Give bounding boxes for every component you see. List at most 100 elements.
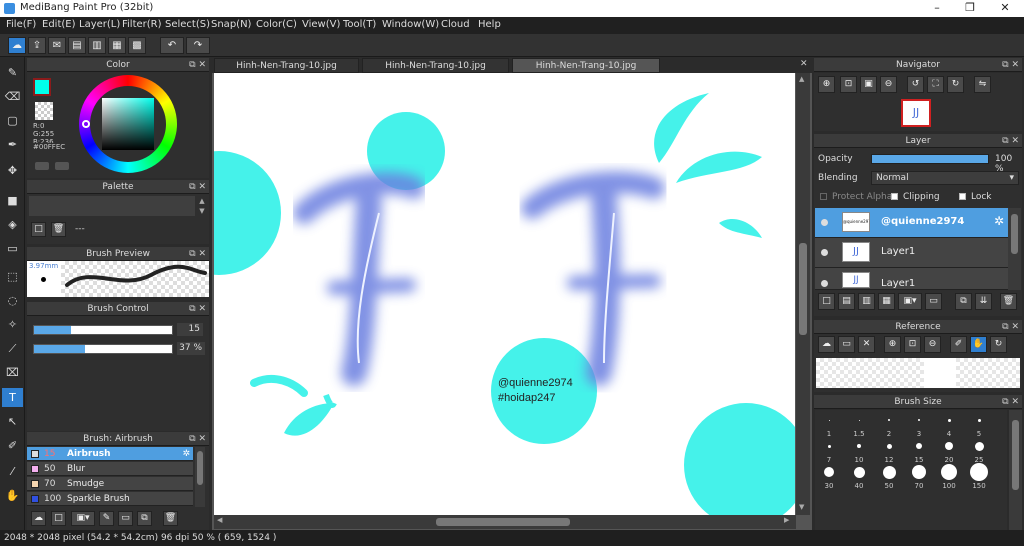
merge-layer-icon[interactable]: ⇊ [975, 293, 992, 310]
bucket-tool-icon[interactable]: ◈ [2, 215, 23, 234]
hand-icon[interactable]: ✋ [970, 336, 987, 353]
undo-icon[interactable]: ↶ [160, 37, 184, 54]
brush-size-dot[interactable] [888, 419, 890, 421]
brush-size-dot[interactable] [824, 467, 834, 477]
pen-tool-icon[interactable]: ✒ [2, 135, 23, 154]
text-tool-icon[interactable]: T [2, 388, 23, 407]
menu-view[interactable]: View(V) [302, 19, 340, 30]
brush-size-dot[interactable] [977, 418, 981, 422]
copy-brush-icon[interactable]: ⧉ [137, 511, 152, 526]
scroll-left-icon[interactable]: ◀ [217, 516, 222, 524]
cloud-icon[interactable]: ☁ [8, 37, 26, 54]
eye-icon[interactable] [821, 249, 828, 256]
document-icon[interactable]: ▥ [88, 37, 106, 54]
layer-scrollbar[interactable] [1008, 208, 1021, 290]
hue-marker[interactable] [82, 120, 90, 128]
brush-size-value[interactable]: 15 [177, 323, 203, 336]
palette-scroll-icon[interactable]: ▲ ▼ [197, 196, 207, 216]
tab-document-3[interactable]: Hinh-Nen-Trang-10.jpg [512, 58, 660, 73]
fit-window-icon[interactable]: ⛶ [927, 76, 944, 93]
edit-brush-icon[interactable]: ✎ [99, 511, 114, 526]
comment-icon[interactable]: ▤ [68, 37, 86, 54]
palette-list[interactable] [29, 196, 195, 216]
menu-tool[interactable]: Tool(T) [343, 19, 376, 30]
panel-close-icon[interactable]: ⧉ ✕ [1002, 58, 1019, 72]
zoom-fit-icon[interactable]: ⊡ [840, 76, 857, 93]
canvas-vscrollbar[interactable]: ▲ ▼ [796, 73, 810, 515]
new-raster-layer-icon[interactable]: ▤ [838, 293, 855, 310]
brush-size-dot[interactable] [941, 464, 957, 480]
brush-size-slider[interactable] [33, 325, 173, 335]
brush-size-dot[interactable] [916, 443, 922, 449]
brush-size-dot[interactable] [827, 444, 831, 448]
select-eraser-icon[interactable]: ⌧ [2, 363, 23, 382]
add-brush-icon[interactable]: ▣▾ [71, 511, 95, 526]
cloud-open-icon[interactable]: ☁ [818, 336, 835, 353]
eraser-tool-icon[interactable]: ⌫ [2, 87, 23, 106]
brush-size-dot[interactable] [947, 418, 951, 422]
panel-close-icon[interactable]: ⧉ ✕ [189, 302, 206, 316]
lasso-icon[interactable]: ◌ [2, 291, 23, 310]
foreground-color-swatch[interactable] [33, 78, 51, 96]
rotate-icon[interactable]: ↻ [990, 336, 1007, 353]
brush-item-sparkle[interactable]: 100 Sparkle Brush [27, 492, 193, 506]
close-button[interactable]: ✕ [990, 1, 1020, 14]
brush-opacity-value[interactable]: 37 % [177, 342, 205, 355]
menu-snap[interactable]: Snap(N) [211, 19, 251, 30]
select-pen-icon[interactable]: ⟋ [2, 339, 23, 358]
minimize-button[interactable]: – [922, 1, 952, 14]
gradient-tool-icon[interactable]: ▭ [2, 239, 23, 258]
eye-icon[interactable] [821, 219, 828, 226]
menu-file[interactable]: File(F) [6, 19, 36, 30]
panel-close-icon[interactable]: ⧉ ✕ [189, 432, 206, 446]
drawing-canvas[interactable]: @quienne2974 #hoidap247 [214, 73, 795, 515]
menu-color[interactable]: Color(C) [256, 19, 297, 30]
scroll-right-icon[interactable]: ▶ [784, 516, 789, 524]
eye-icon[interactable] [821, 280, 828, 287]
protect-alpha-checkbox[interactable] [820, 193, 827, 200]
zoom-out-icon[interactable]: ⊖ [924, 336, 941, 353]
tab-document-2[interactable]: Hinh-Nen-Trang-10.jpg [362, 58, 509, 73]
new-halftone-layer-icon[interactable]: ▥ [858, 293, 875, 310]
gear-icon[interactable]: ✲ [994, 214, 1004, 228]
trash-icon[interactable]: 🗑 [1000, 293, 1017, 310]
menu-select[interactable]: Select(S) [165, 19, 210, 30]
magic-wand-icon[interactable]: ✧ [2, 315, 23, 334]
rotate-right-icon[interactable]: ↻ [947, 76, 964, 93]
brush-size-scrollbar[interactable] [1009, 410, 1022, 530]
color-picker-icon[interactable]: ⁄ [2, 462, 23, 481]
brush-size-dot[interactable] [918, 419, 920, 421]
add-palette-icon[interactable]: □ [31, 222, 46, 237]
menu-filter[interactable]: Filter(R) [122, 19, 162, 30]
new-layer-icon[interactable]: □ [818, 293, 835, 310]
flip-icon[interactable]: ⇋ [974, 76, 991, 93]
grid-icon[interactable]: ▦ [108, 37, 126, 54]
trash-icon[interactable]: 🗑 [163, 511, 178, 526]
brush-size-dot[interactable] [974, 441, 984, 451]
operation-tool-icon[interactable]: ↖ [2, 412, 23, 431]
layer-row-layer1b[interactable]: JJ Layer1 [815, 268, 1008, 290]
reference-canvas[interactable] [816, 358, 1020, 388]
lock-checkbox[interactable] [959, 193, 966, 200]
close-reference-icon[interactable]: ✕ [858, 336, 875, 353]
scroll-up-icon[interactable]: ▲ [799, 75, 804, 83]
brush-size-dot[interactable] [858, 419, 860, 421]
open-folder-icon[interactable]: ▭ [838, 336, 855, 353]
layer-folder-icon[interactable]: ▭ [925, 293, 942, 310]
brush-opacity-slider[interactable] [33, 344, 173, 354]
color-wheel[interactable] [79, 75, 177, 173]
brush-size-dot[interactable] [912, 465, 926, 479]
zoom-in-icon[interactable]: ⊕ [818, 76, 835, 93]
navigator-thumbnail[interactable]: JJ [901, 99, 931, 127]
brush-size-dot[interactable] [853, 466, 865, 478]
duplicate-layer-icon[interactable]: ⧉ [955, 293, 972, 310]
panel-close-icon[interactable]: ⧉ ✕ [189, 58, 206, 72]
add-layer-menu-icon[interactable]: ▣▾ [898, 293, 922, 310]
menu-layer[interactable]: Layer(L) [79, 19, 120, 30]
menu-cloud[interactable]: Cloud [441, 19, 470, 30]
brush-tool-icon[interactable]: ✎ [2, 63, 23, 82]
panel-close-icon[interactable]: ⧉ ✕ [1002, 320, 1019, 334]
fill-rect-tool-icon[interactable]: ■ [2, 191, 23, 210]
rectangle-tool-icon[interactable]: ▢ [2, 111, 23, 130]
layer-row-layer1[interactable]: JJ Layer1 [815, 238, 1008, 268]
